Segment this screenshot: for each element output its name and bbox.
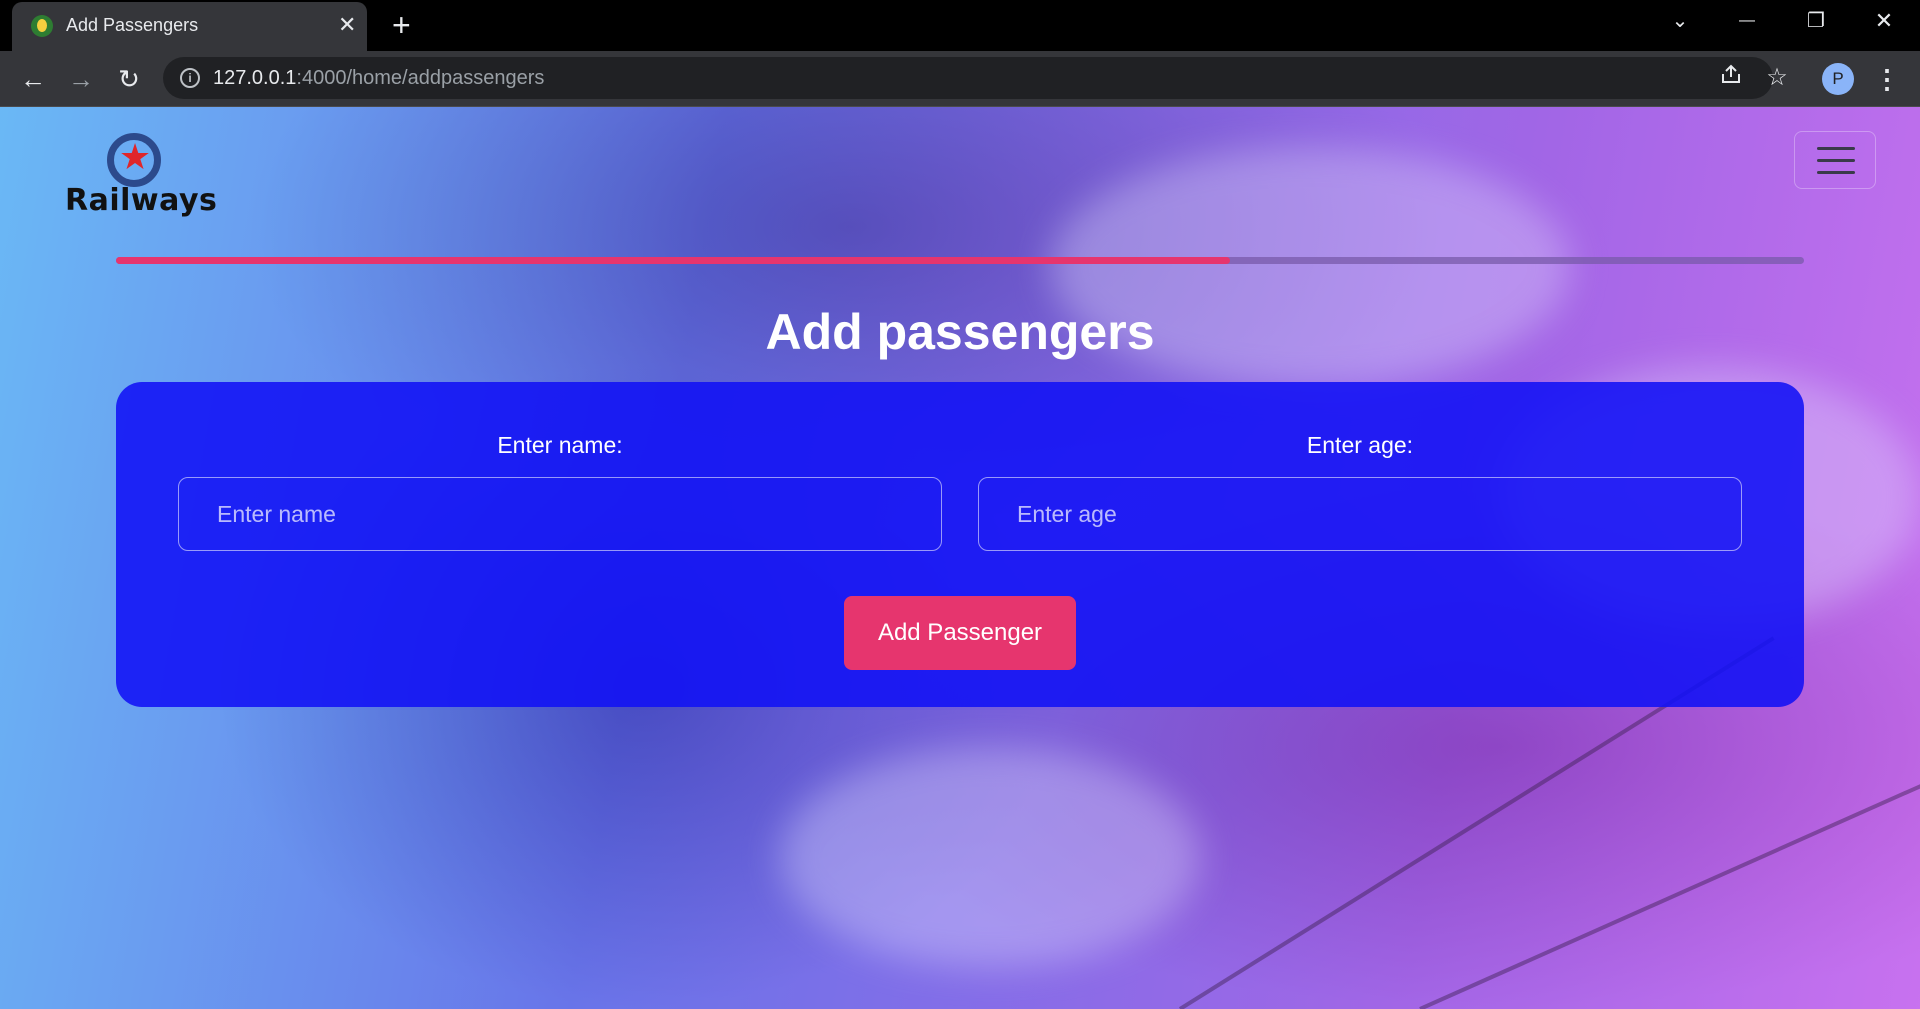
favicon-icon <box>31 15 53 37</box>
hamburger-bar <box>1817 147 1855 150</box>
back-arrow-icon[interactable]: ← <box>13 59 53 99</box>
reload-icon[interactable]: ↻ <box>109 59 149 99</box>
profile-avatar[interactable]: P <box>1822 63 1854 95</box>
name-input[interactable] <box>178 477 942 551</box>
restore-icon[interactable]: ❐ <box>1796 6 1836 36</box>
age-label: Enter age: <box>1306 432 1414 458</box>
browser-tabstrip: Add Passengers ✕ + ⌄ — ❐ ✕ <box>0 0 1920 51</box>
info-icon[interactable]: i <box>180 68 200 88</box>
progress-bar-fill <box>116 257 1231 264</box>
star-icon[interactable]: ☆ <box>1761 62 1793 94</box>
hamburger-icon[interactable] <box>1794 131 1876 189</box>
browser-tab[interactable]: Add Passengers ✕ <box>12 2 367 51</box>
add-passenger-form: Enter name: Enter age: Add Passenger <box>116 382 1804 707</box>
minimize-icon[interactable]: — <box>1727 6 1767 36</box>
star-logo-icon: ★ <box>118 136 152 177</box>
progress-bar <box>116 257 1804 264</box>
window-close-icon[interactable]: ✕ <box>1864 6 1904 36</box>
background-smoke <box>780 747 1200 967</box>
plus-icon[interactable]: + <box>392 8 411 42</box>
page-title: Add passengers <box>765 304 1155 360</box>
page-viewport: ★ Railways Add passengers Enter name: En… <box>0 107 1920 1009</box>
hamburger-bar <box>1817 171 1855 174</box>
name-label: Enter name: <box>497 432 623 458</box>
url-text: 127.0.0.1:4000/home/addpassengers <box>213 67 544 90</box>
url-path: :4000/home/addpassengers <box>296 67 545 89</box>
chevron-down-icon[interactable]: ⌄ <box>1660 6 1700 36</box>
site-logo[interactable]: ★ Railways <box>65 123 218 223</box>
url-host: 127.0.0.1 <box>213 67 297 89</box>
background-rail <box>1419 746 1920 1009</box>
browser-toolbar: ← → ↻ i 127.0.0.1:4000/home/addpassenger… <box>0 51 1920 107</box>
add-passenger-button[interactable]: Add Passenger <box>844 596 1076 670</box>
age-input[interactable] <box>978 477 1742 551</box>
share-icon[interactable] <box>1715 62 1747 94</box>
kebab-menu-icon[interactable]: ⋮ <box>1872 59 1902 99</box>
forward-arrow-icon[interactable]: → <box>61 59 101 99</box>
hamburger-bar <box>1817 159 1855 162</box>
logo-text: Railways <box>65 183 218 218</box>
tab-title: Add Passengers <box>66 15 199 35</box>
close-icon[interactable]: ✕ <box>338 11 356 39</box>
address-bar[interactable]: i 127.0.0.1:4000/home/addpassengers ☆ <box>163 57 1788 99</box>
